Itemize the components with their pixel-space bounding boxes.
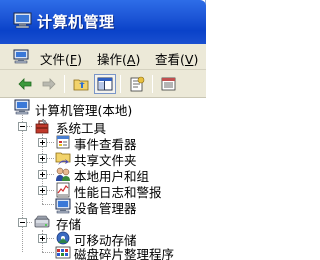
menu-view[interactable]: 查看(V) [155,49,198,68]
storage-collapse-toggle[interactable] [18,218,27,227]
local-users-groups-expand-toggle[interactable] [38,170,47,179]
computer-management-window: 计算机管理 文件(F) 操作(A) 查看(V) 计算机管理(本地) 系统工具 事… [0,0,206,260]
tree-connector [42,252,54,253]
event-viewer-expand-toggle[interactable] [38,138,47,147]
toolbar [0,70,206,98]
toolbar-separator [64,75,65,93]
up-folder-icon [73,79,89,91]
forward-button[interactable] [38,74,60,94]
computer-icon [14,99,30,115]
system-tools-collapse-toggle[interactable] [18,122,27,131]
menu-bar: 文件(F) 操作(A) 查看(V) [0,44,206,70]
tree-root-computer-management-local[interactable]: 计算机管理(本地) [35,100,132,119]
title-bar[interactable]: 计算机管理 [0,0,206,44]
disk-defragmenter-icon [55,246,71,259]
show-hide-console-tree-button[interactable] [94,74,116,94]
tree-connector [42,204,54,205]
storage-icon [34,215,50,228]
performance-logs-icon [56,182,70,198]
toolbar-separator [152,75,153,93]
system-tools-icon [35,118,49,134]
up-one-level-button[interactable] [70,74,92,94]
menu-file[interactable]: 文件(F) [40,49,82,68]
back-button[interactable] [14,74,36,94]
system-menu-icon[interactable] [13,49,29,64]
computer-management-app-icon [13,12,32,29]
show-hide-tree-icon [97,77,113,91]
console-tree: 计算机管理(本地) 系统工具 事件查看器 共享文件夹 本地用户和组 性能日志和警… [0,98,206,260]
performance-logs-expand-toggle[interactable] [38,186,47,195]
export-list-icon [161,77,176,91]
export-list-button[interactable] [158,74,180,94]
removable-storage-expand-toggle[interactable] [38,234,47,243]
device-manager-icon [55,198,71,214]
tree-item-device-manager[interactable]: 设备管理器 [74,198,137,217]
window-title: 计算机管理 [37,13,115,31]
shared-folders-expand-toggle[interactable] [38,154,47,163]
toolbar-separator [120,75,121,93]
back-arrow-icon [18,78,32,90]
properties-icon [130,76,145,92]
tree-connector [22,115,23,252]
tree-item-disk-defragmenter[interactable]: 磁盘碎片整理程序 [74,244,174,260]
properties-button[interactable] [126,74,148,94]
forward-arrow-icon [42,78,56,90]
event-viewer-icon [56,135,70,149]
shared-folder-icon [55,152,71,165]
menu-action[interactable]: 操作(A) [97,49,140,68]
users-group-icon [56,167,70,181]
